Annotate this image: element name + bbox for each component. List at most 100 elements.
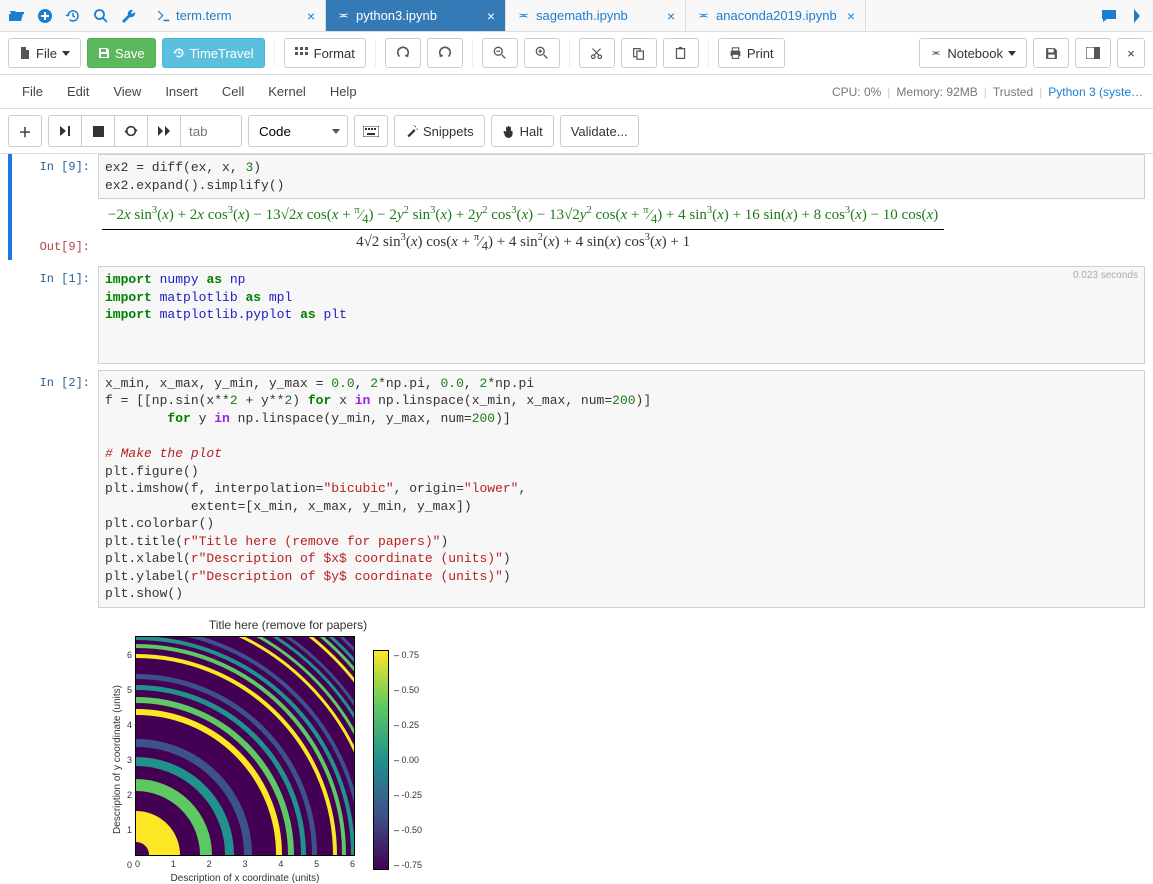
tab-sagemath[interactable]: sagemath.ipynb × [506,0,686,31]
kernel-name[interactable]: Python 3 (syste… [1048,85,1143,99]
paste-icon [674,47,687,60]
zoom-in-button[interactable] [524,38,560,68]
restart-button[interactable] [114,115,148,147]
code-cell[interactable]: In [1]: import numpy as np import matplo… [8,266,1145,364]
celltype-select[interactable]: Code [248,115,348,147]
stop-icon [93,126,104,137]
close-icon[interactable]: × [847,8,855,24]
cell-body: ex2 = diff(ex, x, 3) ex2.expand().simpli… [98,154,1145,260]
print-icon [729,47,742,60]
close-icon[interactable]: × [487,8,495,24]
tab-label: sagemath.ipynb [536,8,661,23]
colorbar [373,650,389,870]
heatmap [135,636,355,856]
layout-button[interactable] [1075,38,1111,68]
snippets-label: Snippets [423,124,474,139]
jupyter-icon [336,9,350,23]
close-icon[interactable]: × [667,8,675,24]
tab-term[interactable]: term.term × [146,0,326,31]
trusted-status[interactable]: Trusted [993,85,1033,99]
chevron-right-icon[interactable] [1125,4,1149,28]
hand-icon [502,125,515,138]
jupyter-icon [516,9,530,23]
restart-icon [124,124,138,138]
close-nb-button[interactable]: × [1117,38,1145,68]
format-label: Format [314,46,355,61]
keyboard-button[interactable] [354,115,388,147]
redo-button[interactable] [427,38,463,68]
format-button[interactable]: Format [284,38,366,68]
zoom-in-icon [535,46,549,60]
menu-kernel[interactable]: Kernel [256,80,318,103]
undo-button[interactable] [385,38,421,68]
menu-view[interactable]: View [101,80,153,103]
cell-left: In [9]: Out[9]: [8,154,98,260]
chat-icon[interactable] [1097,4,1121,28]
code-input[interactable]: import numpy as np import matplotlib as … [98,266,1145,364]
halt-button[interactable]: Halt [491,115,554,147]
save-nb-button[interactable] [1033,38,1069,68]
math-numerator: −2x sin3(x) + 2x cos3(x) − 13√2x cos(x +… [102,205,944,230]
notebook-label: Notebook [947,46,1003,61]
code-input[interactable]: ex2 = diff(ex, x, 3) ex2.expand().simpli… [98,154,1145,199]
wrench-icon[interactable] [116,3,142,29]
magic-icon [405,125,418,138]
cut-button[interactable] [579,38,615,68]
mem-status: Memory: 92MB [896,85,977,99]
tab-input[interactable] [181,116,241,146]
code-input[interactable]: x_min, x_max, y_min, y_max = 0.0, 2*np.p… [98,370,1145,608]
add-cell-button[interactable]: ＋ [8,115,42,147]
menu-help[interactable]: Help [318,80,369,103]
main-toolbar: File Save TimeTravel Format Print Notebo… [0,32,1153,75]
snippets-button[interactable]: Snippets [394,115,485,147]
layout-icon [1086,47,1100,59]
cpu-status: CPU: 0% [832,85,881,99]
save-label: Save [115,46,145,61]
notebook-toolbar: ＋ Code Snippets Halt Validate... [0,109,1153,154]
code-cell[interactable]: In [2]: x_min, x_max, y_min, y_max = 0.0… [8,370,1145,608]
jupyter-icon [930,47,942,59]
new-icon[interactable] [32,3,58,29]
plot-xlabel: Description of x coordinate (units) [135,869,355,884]
stop-button[interactable] [81,115,115,147]
print-button[interactable]: Print [718,38,785,68]
plot-title: Title here (remove for papers) [108,614,468,636]
timetravel-label: TimeTravel [190,46,254,61]
menu-file[interactable]: File [10,80,55,103]
menu-cell[interactable]: Cell [210,80,256,103]
tab-anaconda[interactable]: anaconda2019.ipynb × [686,0,866,31]
save-button[interactable]: Save [87,38,156,68]
tab-label: term.term [176,8,301,23]
notebook-menubar: File Edit View Insert Cell Kernel Help C… [0,75,1153,109]
copy-button[interactable] [621,38,657,68]
save-icon [1045,47,1058,60]
close-icon[interactable]: × [307,8,315,24]
history-icon[interactable] [60,3,86,29]
menu-edit[interactable]: Edit [55,80,101,103]
colorbar-ticks: 0.750.500.250.00-0.25-0.50-0.75 [394,650,422,870]
status-bar: CPU: 0%| Memory: 92MB| Trusted| Python 3… [832,85,1143,99]
tab-label: anaconda2019.ipynb [716,8,841,23]
search-icon[interactable] [88,3,114,29]
keyboard-icon [363,126,379,137]
terminal-icon [156,9,170,23]
folder-open-icon[interactable] [4,3,30,29]
run-next-button[interactable] [48,115,82,147]
in-prompt: In [1]: [8,266,98,364]
run-all-button[interactable] [147,115,181,147]
print-label: Print [747,46,774,61]
timetravel-button[interactable]: TimeTravel [162,38,265,68]
undo-icon [396,46,410,60]
tab-python3[interactable]: python3.ipynb × [326,0,506,31]
topbar-right [1093,0,1153,31]
copy-icon [632,47,645,60]
notebook-dropdown[interactable]: Notebook [919,38,1027,68]
out-prompt: Out[9]: [8,234,98,260]
paste-button[interactable] [663,38,699,68]
zoom-out-button[interactable] [482,38,518,68]
code-cell[interactable]: In [9]: Out[9]: ex2 = diff(ex, x, 3) ex2… [8,154,1145,260]
file-dropdown[interactable]: File [8,38,81,68]
menu-insert[interactable]: Insert [153,80,210,103]
validate-button[interactable]: Validate... [560,115,639,147]
format-icon [295,47,309,59]
